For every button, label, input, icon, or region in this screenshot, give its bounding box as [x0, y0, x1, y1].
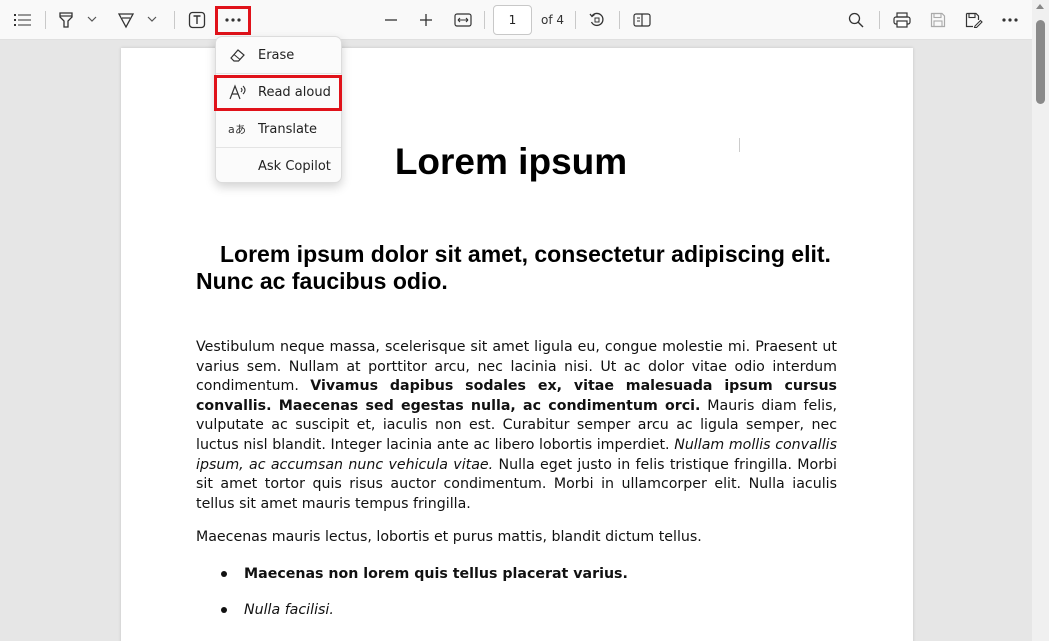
- list-item: Nulla facilisi.: [196, 600, 837, 636]
- svg-text:a: a: [228, 123, 235, 136]
- save-icon[interactable]: [924, 6, 952, 34]
- separator: [575, 11, 576, 29]
- rotate-icon[interactable]: [583, 6, 611, 34]
- menu-item-erase[interactable]: Erase: [216, 37, 341, 73]
- page-number-input[interactable]: 1: [493, 5, 532, 35]
- scroll-up-icon[interactable]: [1036, 4, 1044, 9]
- vertical-scrollbar[interactable]: [1032, 0, 1049, 641]
- separator: [484, 11, 485, 29]
- zoom-out-icon[interactable]: [377, 6, 405, 34]
- paragraph: Maecenas mauris lectus, lobortis et puru…: [196, 529, 702, 545]
- two-page-icon[interactable]: [628, 6, 656, 34]
- list-item: Maecenas non lorem quis tellus placerat …: [196, 564, 837, 600]
- zoom-in-icon[interactable]: [412, 6, 440, 34]
- menu-item-label: Erase: [258, 47, 295, 63]
- more-options-icon[interactable]: [996, 6, 1024, 34]
- separator: [174, 11, 175, 29]
- eraser-icon: [228, 46, 248, 64]
- paragraph: Vestibulum neque massa, scelerisque sit …: [196, 338, 837, 514]
- menu-item-label: Translate: [258, 121, 318, 137]
- fit-width-icon[interactable]: [449, 6, 477, 34]
- scrollbar-thumb[interactable]: [1036, 20, 1045, 104]
- more-icon[interactable]: [219, 6, 247, 34]
- menu-item-ask-copilot[interactable]: Ask Copilot: [216, 148, 341, 184]
- document-subtitle: Lorem ipsum dolor sit amet, consectetur …: [196, 241, 831, 294]
- read-aloud-icon: [228, 83, 248, 101]
- draw-icon[interactable]: [112, 6, 140, 34]
- menu-item-label: Ask Copilot: [258, 158, 331, 174]
- chevron-down-icon[interactable]: [87, 14, 97, 24]
- search-icon[interactable]: [842, 6, 870, 34]
- separator: [879, 11, 880, 29]
- separator: [619, 11, 620, 29]
- print-icon[interactable]: [888, 6, 916, 34]
- save-as-icon[interactable]: [960, 6, 988, 34]
- menu-item-read-aloud[interactable]: Read aloud: [216, 74, 341, 110]
- contents-icon[interactable]: [9, 6, 37, 34]
- chevron-down-icon[interactable]: [147, 14, 157, 24]
- svg-text:あ: あ: [235, 123, 246, 136]
- separator: [45, 11, 46, 29]
- bullet-list: Maecenas non lorem quis tellus placerat …: [196, 564, 837, 636]
- translate-icon: aあ: [228, 120, 248, 138]
- highlight-icon[interactable]: [52, 6, 80, 34]
- menu-item-translate[interactable]: aあ Translate: [216, 111, 341, 147]
- toolbar: 1 of 4: [0, 0, 1032, 40]
- more-menu: Erase Read aloud aあ Translate Ask Copilo…: [215, 36, 342, 183]
- text-icon[interactable]: [183, 6, 211, 34]
- page-total: of 4: [541, 13, 565, 27]
- menu-item-label: Read aloud: [258, 84, 331, 100]
